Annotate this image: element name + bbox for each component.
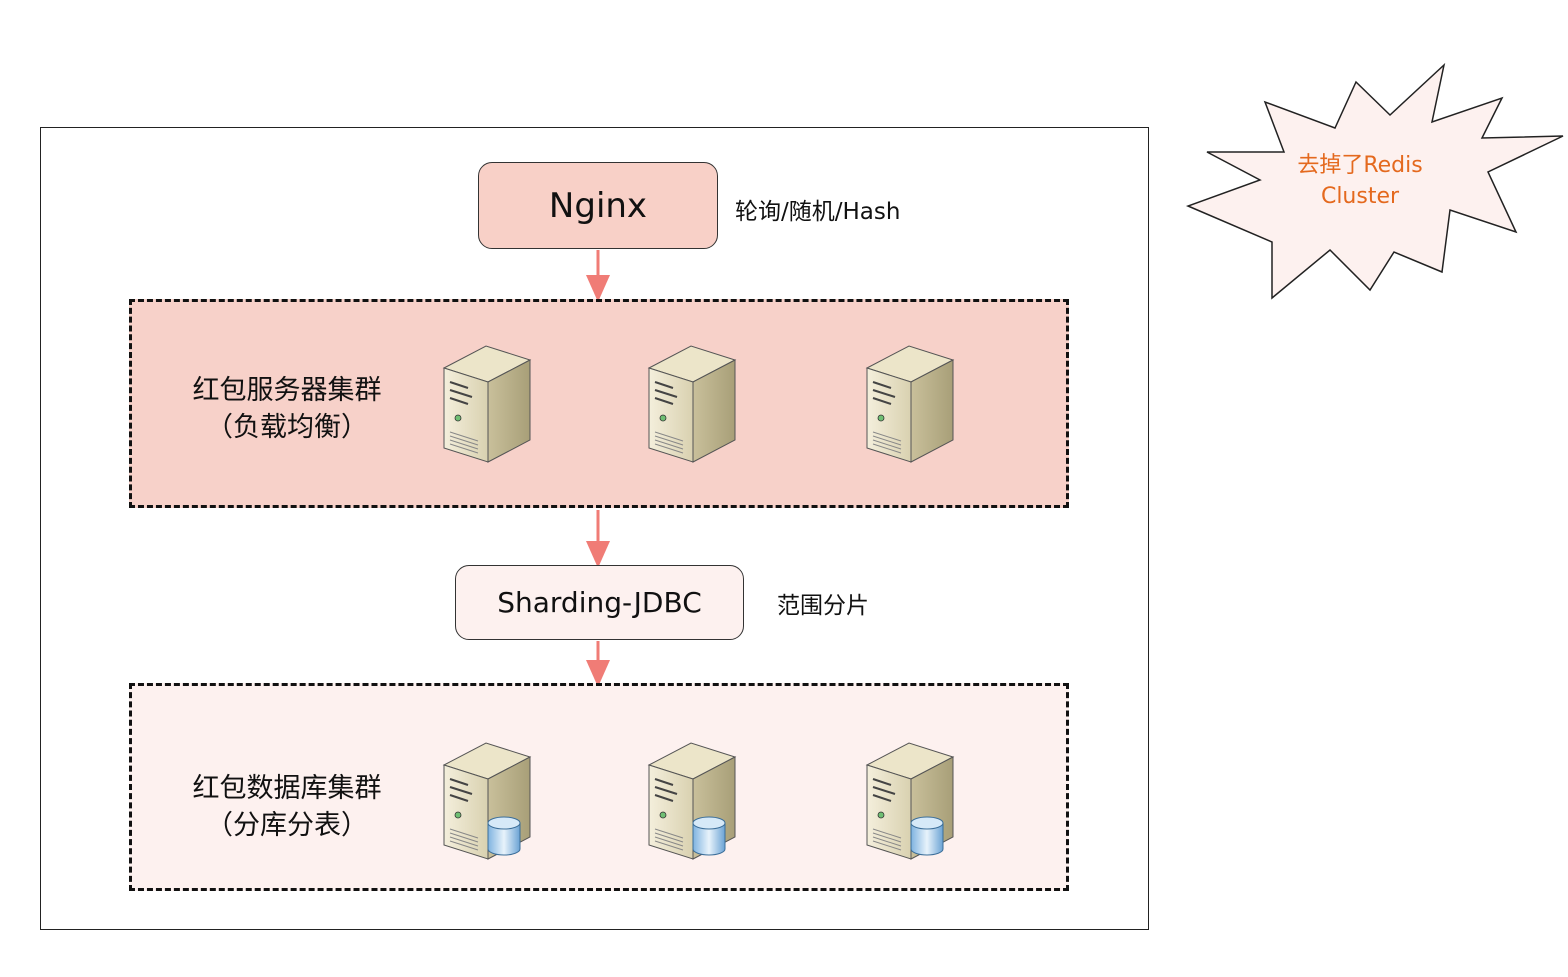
- server-tower-icon: [648, 345, 736, 463]
- database-cluster-subtitle: （分库分表）: [206, 810, 368, 841]
- callout-line1: 去掉了Redis: [1297, 153, 1423, 178]
- database-server-icon: [648, 742, 736, 860]
- callout-line2: Cluster: [1320, 184, 1400, 209]
- nginx-strategy-note: 轮询/随机/Hash: [735, 199, 901, 225]
- server-cluster-subtitle: （负载均衡）: [206, 412, 368, 443]
- sharding-jdbc-label: Sharding-JDBC: [497, 586, 702, 619]
- database-server-icon: [443, 742, 531, 860]
- database-server-icon: [866, 742, 954, 860]
- callout-text: 去掉了Redis Cluster: [1260, 150, 1460, 212]
- server-cluster-title: 红包服务器集群: [192, 375, 382, 406]
- server-cluster-label: 红包服务器集群 （负载均衡）: [172, 372, 402, 446]
- sharding-jdbc-node[interactable]: Sharding-JDBC: [455, 565, 744, 640]
- server-tower-icon: [866, 345, 954, 463]
- nginx-label: Nginx: [548, 185, 648, 226]
- database-cluster-title: 红包数据库集群: [192, 773, 382, 804]
- nginx-node[interactable]: Nginx: [478, 162, 718, 249]
- sharding-strategy-note: 范围分片: [777, 593, 869, 619]
- server-tower-icon: [443, 345, 531, 463]
- database-cluster-label: 红包数据库集群 （分库分表）: [172, 770, 402, 844]
